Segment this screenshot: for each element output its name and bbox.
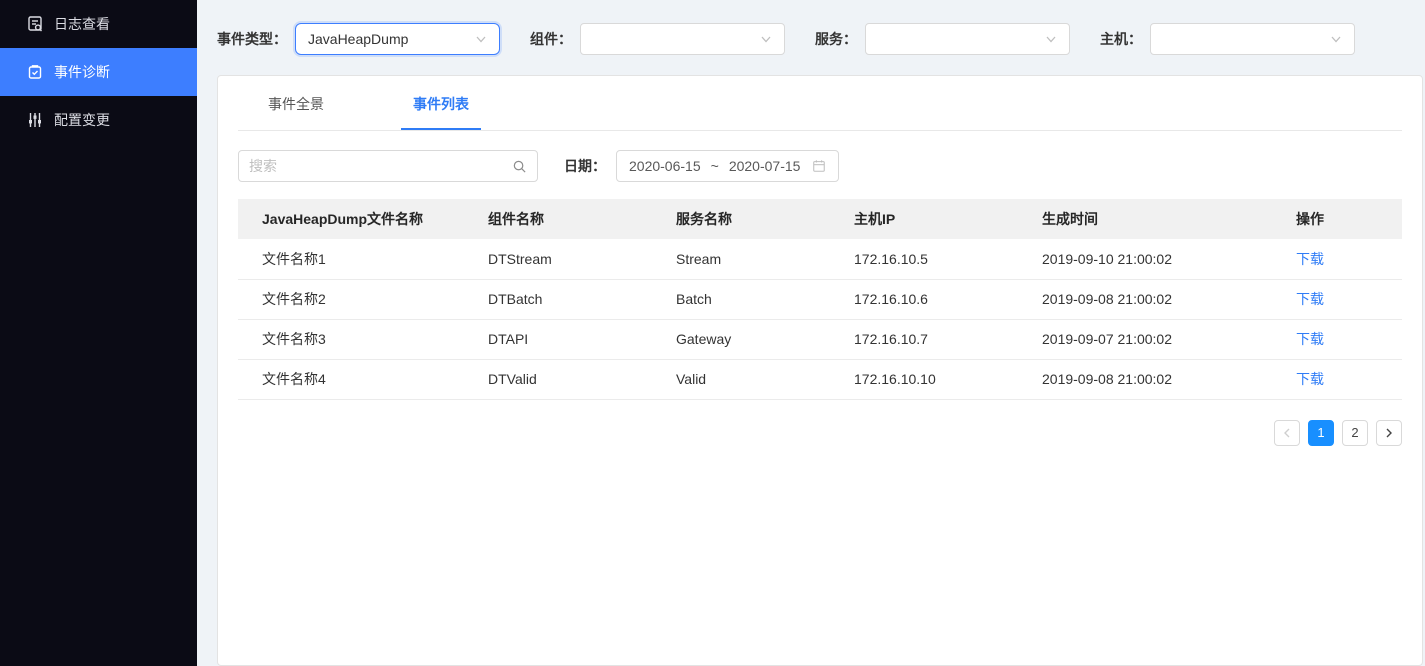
filter-service-label: 服务：: [815, 31, 857, 47]
sidebar-item-event-diagnosis[interactable]: 事件诊断: [0, 48, 197, 96]
cell-service: Gateway: [676, 319, 854, 360]
date-range-picker[interactable]: 2020-06-15 ~ 2020-07-15: [616, 150, 840, 182]
filter-event-type: 事件类型： JavaHeapDump: [217, 23, 500, 55]
cell-component: DTStream: [488, 239, 676, 280]
next-page-button[interactable]: [1376, 419, 1402, 446]
chevron-down-icon: [475, 33, 487, 45]
cell-ip: 172.16.10.6: [854, 279, 1042, 320]
table-row: 文件名称2 DTBatch Batch 172.16.10.6 2019-09-…: [238, 279, 1402, 320]
sidebar-item-label: 日志查看: [54, 16, 110, 32]
col-host-ip: 主机IP: [854, 199, 1042, 239]
sidebar-item-config-change[interactable]: 配置变更: [0, 96, 197, 144]
sidebar: 日志查看 事件诊断 配置变更: [0, 0, 197, 666]
sidebar-item-log-view[interactable]: 日志查看: [0, 0, 197, 48]
col-created-time: 生成时间: [1042, 199, 1296, 239]
cell-ip: 172.16.10.7: [854, 319, 1042, 360]
chevron-down-icon: [1330, 33, 1342, 45]
component-select[interactable]: [580, 23, 785, 55]
download-link[interactable]: 下载: [1296, 331, 1324, 347]
cell-file-name: 文件名称3: [238, 319, 488, 360]
cell-service: Stream: [676, 239, 854, 280]
tab-event-overview[interactable]: 事件全景: [256, 76, 336, 130]
cell-component: DTAPI: [488, 319, 676, 360]
filter-event-type-label: 事件类型：: [217, 31, 287, 47]
filter-host-label: 主机：: [1100, 31, 1142, 47]
clipboard-check-icon: [26, 63, 44, 81]
filter-component-label: 组件：: [530, 31, 572, 47]
search-icon[interactable]: [512, 159, 527, 174]
cell-time: 2019-09-08 21:00:02: [1042, 359, 1296, 400]
chevron-down-icon: [1045, 33, 1057, 45]
cell-service: Batch: [676, 279, 854, 320]
col-action: 操作: [1296, 199, 1402, 239]
cell-component: DTBatch: [488, 279, 676, 320]
download-link[interactable]: 下载: [1296, 251, 1324, 267]
tabs: 事件全景 事件列表: [238, 76, 1402, 131]
event-type-value: JavaHeapDump: [308, 31, 409, 47]
cell-service: Valid: [676, 359, 854, 400]
date-label: 日期：: [564, 158, 606, 174]
event-type-select[interactable]: JavaHeapDump: [295, 23, 500, 55]
col-service-name: 服务名称: [676, 199, 854, 239]
sidebar-item-label: 配置变更: [54, 112, 110, 128]
cell-file-name: 文件名称4: [238, 359, 488, 400]
cell-ip: 172.16.10.5: [854, 239, 1042, 280]
cell-time: 2019-09-10 21:00:02: [1042, 239, 1296, 280]
page-button-1[interactable]: 1: [1308, 419, 1334, 446]
table-row: 文件名称4 DTValid Valid 172.16.10.10 2019-09…: [238, 359, 1402, 400]
sidebar-item-label: 事件诊断: [54, 64, 110, 80]
pagination: 1 2: [238, 419, 1402, 446]
cell-file-name: 文件名称1: [238, 239, 488, 280]
page-button-2[interactable]: 2: [1342, 419, 1368, 446]
download-link[interactable]: 下载: [1296, 371, 1324, 387]
filter-host: 主机：: [1100, 23, 1355, 55]
search-box: [238, 150, 538, 182]
filter-bar: 事件类型： JavaHeapDump 组件： 服务： 主机：: [197, 0, 1425, 55]
host-select[interactable]: [1150, 23, 1355, 55]
calendar-icon: [812, 159, 826, 173]
service-select[interactable]: [865, 23, 1070, 55]
prev-page-button[interactable]: [1274, 419, 1300, 446]
cell-file-name: 文件名称2: [238, 279, 488, 320]
log-search-icon: [26, 15, 44, 33]
filter-service: 服务：: [815, 23, 1070, 55]
event-table: JavaHeapDump文件名称 组件名称 服务名称 主机IP 生成时间 操作 …: [238, 199, 1402, 400]
tab-event-list[interactable]: 事件列表: [401, 76, 481, 130]
toolbar: 日期： 2020-06-15 ~ 2020-07-15: [238, 150, 1402, 182]
col-component-name: 组件名称: [488, 199, 676, 239]
main-content: 事件类型： JavaHeapDump 组件： 服务： 主机： 事件全景 事件列表…: [197, 0, 1425, 666]
search-input[interactable]: [249, 158, 512, 174]
cell-time: 2019-09-08 21:00:02: [1042, 279, 1296, 320]
content-card: 事件全景 事件列表 日期： 2020-06-15 ~ 2020-07-15: [217, 75, 1423, 666]
filter-component: 组件：: [530, 23, 785, 55]
table-header-row: JavaHeapDump文件名称 组件名称 服务名称 主机IP 生成时间 操作: [238, 199, 1402, 239]
chevron-down-icon: [760, 33, 772, 45]
date-start[interactable]: 2020-06-15: [629, 158, 701, 174]
table-row: 文件名称1 DTStream Stream 172.16.10.5 2019-0…: [238, 239, 1402, 280]
sliders-icon: [26, 111, 44, 129]
download-link[interactable]: 下载: [1296, 291, 1324, 307]
cell-ip: 172.16.10.10: [854, 359, 1042, 400]
table-row: 文件名称3 DTAPI Gateway 172.16.10.7 2019-09-…: [238, 319, 1402, 360]
date-separator: ~: [710, 158, 719, 174]
cell-time: 2019-09-07 21:00:02: [1042, 319, 1296, 360]
date-end[interactable]: 2020-07-15: [729, 158, 801, 174]
cell-component: DTValid: [488, 359, 676, 400]
col-file-name: JavaHeapDump文件名称: [238, 199, 488, 239]
